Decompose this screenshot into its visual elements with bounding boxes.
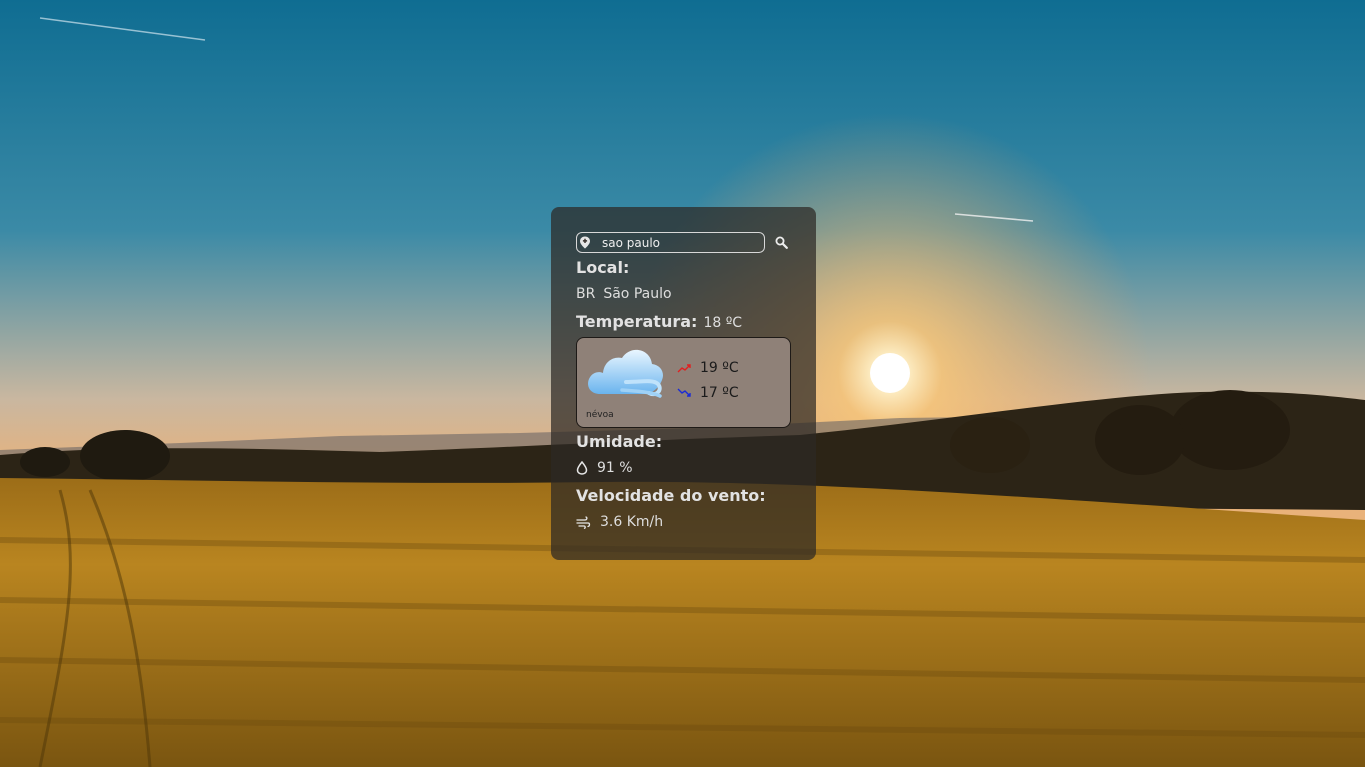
- forecast-panel: névoa 19 ºC 17 ºC: [576, 337, 791, 428]
- location-value: BR São Paulo: [576, 286, 672, 302]
- country-code: BR: [576, 286, 596, 302]
- wind-icon: [576, 515, 591, 529]
- search-icon[interactable]: [775, 236, 789, 250]
- cloud-wind-icon: [586, 342, 668, 404]
- location-label: Local:: [576, 258, 630, 277]
- humidity-label: Umidade:: [576, 432, 663, 451]
- humidity-value: 91 %: [597, 460, 633, 476]
- humidity-value-row: 91 %: [576, 460, 633, 476]
- temperature-value: 18 ºC: [703, 315, 743, 331]
- temperature-label-text: Temperatura:: [576, 312, 698, 331]
- search-row: [576, 232, 789, 253]
- max-temperature-value: 19 ºC: [700, 360, 739, 376]
- wind-label: Velocidade do vento:: [576, 486, 766, 505]
- trend-down-icon: [677, 388, 691, 397]
- search-box[interactable]: [576, 232, 765, 253]
- max-temperature: 19 ºC: [677, 360, 739, 376]
- wind-value-row: 3.6 Km/h: [576, 514, 663, 530]
- min-temperature-value: 17 ºC: [700, 385, 739, 401]
- location-pin-icon: [579, 236, 592, 249]
- trend-up-icon: [677, 364, 691, 373]
- city-name: São Paulo: [603, 286, 672, 302]
- weather-description: névoa: [586, 410, 614, 420]
- wind-value: 3.6 Km/h: [600, 514, 664, 530]
- search-input[interactable]: [602, 235, 752, 250]
- min-temperature: 17 ºC: [677, 385, 739, 401]
- droplet-icon: [576, 461, 588, 475]
- weather-card: Local: BR São Paulo Temperatura: 18 ºC név…: [551, 207, 816, 560]
- temperature-label: Temperatura: 18 ºC: [576, 312, 742, 331]
